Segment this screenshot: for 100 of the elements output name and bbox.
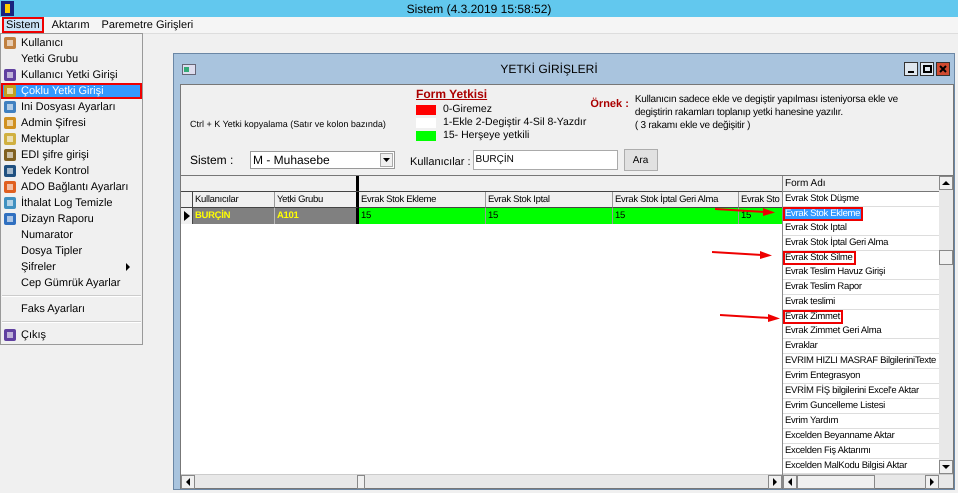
close-icon (939, 65, 947, 73)
legend-title: Form Yetkisi (416, 86, 488, 103)
table-cell: A101 (275, 208, 359, 224)
users-field[interactable]: BURÇİN (472, 150, 618, 170)
list-item[interactable]: Evrak Stok Silme (783, 251, 856, 265)
list-item[interactable]: Evrak Zimmet Geri Alma (783, 324, 939, 339)
menu-item[interactable]: Admin Şifresi (1, 115, 142, 131)
menu-item[interactable]: Cep Gümrük Ayarlar (1, 275, 142, 291)
menu-icon (3, 328, 17, 342)
list-item[interactable]: Evrim Entegrasyon (783, 369, 939, 384)
table-cell: 15 (613, 208, 739, 224)
menu-item[interactable]: Şifreler (1, 259, 142, 275)
menu-item[interactable]: Aktarım (48, 17, 94, 33)
menu-icon (3, 164, 17, 178)
menu-item[interactable]: Kullanıcı Yetki Girişi (1, 67, 142, 83)
table-cell: BURÇİN (193, 208, 275, 224)
list-item[interactable]: Evrak Stok Iptal (783, 221, 939, 236)
menu-icon (3, 148, 17, 162)
caret-icon (383, 158, 390, 162)
annotation-arrow (712, 249, 772, 261)
column-header[interactable]: Yetki Grubu (275, 192, 359, 208)
annotation-arrow (720, 312, 780, 324)
menu-item[interactable]: Mektuplar (1, 131, 142, 147)
list-item[interactable]: Evrak Teslim Havuz Girişi (783, 265, 939, 280)
list-item[interactable]: Excelden Beyanname Aktar (783, 429, 939, 444)
scroll-up-button[interactable] (939, 176, 953, 190)
minimize-icon (908, 71, 914, 73)
menu-icon (3, 196, 17, 210)
menu-item[interactable]: Faks Ayarları (1, 301, 142, 317)
hint-text: Ctrl + K Yetki kopyalama (Satır ve kolon bazında) (189, 118, 387, 131)
column-header[interactable]: Evrak Stok Ekleme (359, 192, 486, 208)
list-item[interactable]: Excelden Fiş Aktarımı (783, 444, 939, 459)
menu-icon (3, 116, 17, 130)
example-text: Kullanıcın sadece ekle ve degiştir yapılması isteniyorsa ekle ve (634, 93, 898, 106)
example-text: ( 3 rakamı ekle ve değişitir ) (634, 119, 752, 132)
list-item[interactable]: Evrak Stok İptal Geri Alma (783, 236, 939, 251)
legend-label: 15- Herşeye yetkili (443, 128, 530, 143)
menu-item[interactable]: Paremetre Girişleri (98, 17, 198, 33)
scroll-thumb[interactable] (939, 250, 953, 265)
column-header[interactable]: Kullanıcılar (193, 192, 275, 208)
close-button[interactable] (936, 62, 950, 76)
list-item[interactable]: Evrim Guncelleme Listesi (783, 399, 939, 414)
sistem-label: Sistem : (190, 152, 234, 169)
scroll-right-button[interactable] (925, 475, 939, 489)
scroll-left-button[interactable] (783, 475, 797, 489)
scroll-thumb[interactable] (357, 475, 365, 489)
list-item[interactable]: EVRİM FİŞ bilgilerini Excel'e Aktar (783, 384, 939, 399)
app-title: Sistem (4.3.2019 15:58:52) (406, 0, 552, 18)
search-button[interactable]: Ara (624, 149, 658, 171)
menu-item[interactable]: Dosya Tipler (1, 243, 142, 259)
maximize-icon (922, 65, 932, 73)
right-arrow-icon (772, 478, 778, 486)
legend-label: 0-Giremez (443, 102, 492, 117)
left-arrow-icon (185, 478, 191, 486)
left-arrow-icon (787, 478, 793, 486)
down-arrow-icon (942, 464, 950, 470)
menu-icon (3, 36, 17, 50)
menu-item[interactable]: Yedek Kontrol (1, 163, 142, 179)
list-item[interactable]: Evrak Zimmet (783, 310, 843, 324)
scroll-left-button[interactable] (181, 475, 195, 489)
column-header[interactable]: Evrak Sto (739, 192, 782, 208)
window-title: YETKİ GİRİŞLERİ (499, 61, 599, 78)
system-dropdown[interactable]: M - Muhasebe (250, 151, 395, 169)
annotation-arrow (715, 206, 775, 218)
list-item[interactable]: EVRIM HIZLI MASRAF BilgileriniTexte (783, 354, 939, 369)
scroll-down-button[interactable] (939, 460, 953, 474)
app-icon (1, 1, 14, 16)
minimize-button[interactable] (904, 62, 918, 76)
menu-item[interactable]: Kullanıcı (1, 35, 142, 51)
right-arrow-icon (929, 478, 935, 486)
list-item[interactable]: Evrim Yardım (783, 414, 939, 429)
menu-item[interactable]: ADO Bağlantı Ayarları (1, 179, 142, 195)
menu-item[interactable]: Sistem (2, 17, 44, 33)
menu-item[interactable]: Yetki Grubu (1, 51, 142, 67)
column-header[interactable]: Evrak Stok Iptal (486, 192, 613, 208)
scroll-thumb[interactable] (797, 475, 875, 489)
list-item[interactable]: Evrak Teslim Rapor (783, 280, 939, 295)
menu-icon (3, 132, 17, 146)
list-item[interactable]: Evrak teslimi (783, 295, 939, 310)
table-cell: 15 (486, 208, 613, 224)
maximize-button[interactable] (920, 62, 934, 76)
example-text: degiştirin rakamları toplanıp yetki hanesine yazılır. (634, 106, 844, 119)
menu-item[interactable]: Çıkış (1, 327, 142, 343)
menu-item[interactable]: İthalat Log Temizle (1, 195, 142, 211)
legend-label: 1-Ekle 2-Degiştir 4-Sil 8-Yazdır (443, 114, 586, 130)
menu-icon (3, 68, 17, 82)
scroll-right-button[interactable] (768, 475, 782, 489)
window-icon (182, 64, 196, 74)
menu-icon (3, 84, 17, 98)
list-item[interactable]: Evraklar (783, 339, 939, 354)
menu-item[interactable]: Numarator (1, 227, 142, 243)
menu-item[interactable]: EDI şifre girişi (1, 147, 142, 163)
menu-item[interactable]: Dizayn Raporu (1, 211, 142, 227)
column-header[interactable]: Evrak Stok İptal Geri Alma (613, 192, 739, 208)
table-cell: 15 (359, 208, 486, 224)
menu-icon (3, 180, 17, 194)
column-header[interactable]: Form Adı (783, 176, 939, 191)
submenu-arrow-icon (126, 263, 130, 271)
menu-item[interactable]: Ini Dosyası Ayarları (1, 99, 142, 115)
users-label: Kullanıcılar : (410, 154, 471, 170)
